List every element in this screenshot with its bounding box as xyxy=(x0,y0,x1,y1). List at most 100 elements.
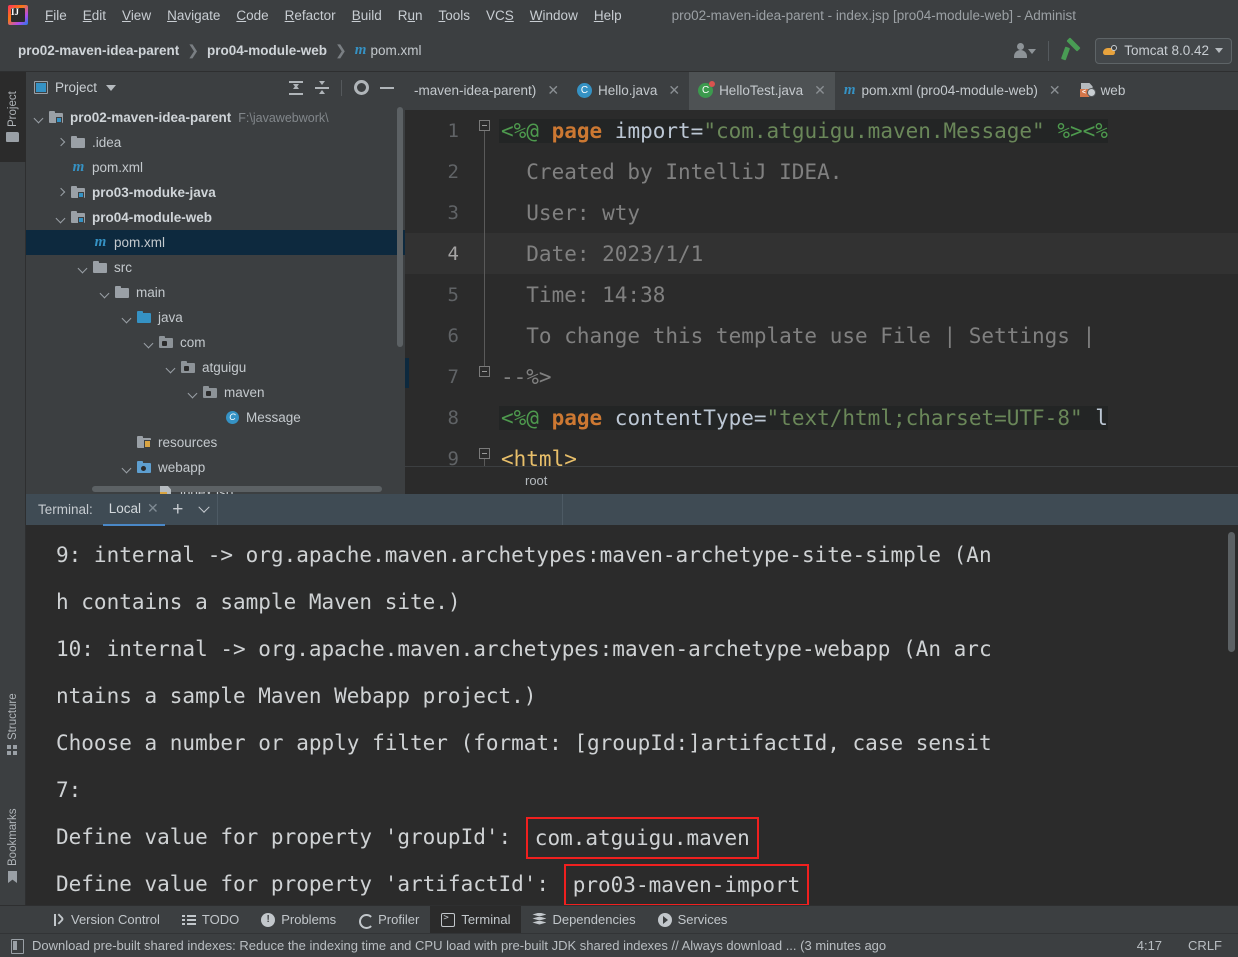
code-line[interactable]: 4 Date: 2023/1/1 xyxy=(405,233,1238,274)
close-icon[interactable]: ✕ xyxy=(547,82,559,99)
editor-tab-web[interactable]: < web xyxy=(1070,72,1135,110)
line-separator[interactable]: CRLF xyxy=(1188,938,1222,953)
bottom-item-services[interactable]: Services xyxy=(647,906,739,933)
tree-horizontal-scrollbar[interactable] xyxy=(92,486,382,492)
run-configuration-selector[interactable]: Tomcat 8.0.42 xyxy=(1095,37,1232,64)
code-text[interactable]: Time: 14:38 xyxy=(499,283,665,307)
tree-expand-arrow-icon[interactable] xyxy=(120,461,134,475)
tree-item-pro03-moduke-java[interactable]: pro03-moduke-java xyxy=(26,180,405,205)
fold-collapse-icon[interactable] xyxy=(479,448,490,459)
breadcrumb-item-project[interactable]: pro02-maven-idea-parent xyxy=(18,43,179,58)
menu-item-window[interactable]: Window xyxy=(522,5,586,26)
settings-button[interactable] xyxy=(349,76,373,100)
menu-item-run[interactable]: Run xyxy=(390,5,431,26)
tree-item-atguigu[interactable]: atguigu xyxy=(26,355,405,380)
code-line[interactable]: 7 --%> xyxy=(405,356,1238,397)
tree-item-src[interactable]: src xyxy=(26,255,405,280)
tree-item-webapp[interactable]: webapp xyxy=(26,455,405,480)
tree-expand-arrow-icon[interactable] xyxy=(32,111,46,125)
code-line[interactable]: 1 <%@ page import="com.atguigu.maven.Mess… xyxy=(405,110,1238,151)
editor-tab--maven-idea-parent-[interactable]: -maven-idea-parent) ✕ xyxy=(405,72,568,110)
menu-item-tools[interactable]: Tools xyxy=(431,5,479,26)
breadcrumb-item-module[interactable]: pro04-module-web xyxy=(207,43,327,58)
tree-item-java[interactable]: java xyxy=(26,305,405,330)
bottom-item-terminal[interactable]: Terminal xyxy=(430,906,522,933)
tree-expand-arrow-icon[interactable] xyxy=(186,386,200,400)
code-text[interactable]: To change this template use File | Setti… xyxy=(499,324,1095,348)
code-line[interactable]: 2 Created by IntelliJ IDEA. xyxy=(405,151,1238,192)
bottom-item-todo[interactable]: TODO xyxy=(171,906,250,933)
terminal-tab-local[interactable]: Local ✕ xyxy=(102,494,165,526)
tree-item-com[interactable]: com xyxy=(26,330,405,355)
sidebar-item-project[interactable]: Project xyxy=(0,72,26,162)
tree-expand-arrow-icon[interactable] xyxy=(98,286,112,300)
tree-item--idea[interactable]: .idea xyxy=(26,130,405,155)
tree-item-resources[interactable]: resources xyxy=(26,430,405,455)
terminal-scrollbar[interactable] xyxy=(1228,532,1235,652)
code-text[interactable]: Created by IntelliJ IDEA. xyxy=(499,160,842,184)
code-text[interactable]: <%@ page contentType="text/html;charset=… xyxy=(499,405,1108,430)
menu-item-vcs[interactable]: VCS xyxy=(478,5,522,26)
tree-item-pro02-maven-idea-parent[interactable]: pro02-maven-idea-parent F:\javawebwork\ xyxy=(26,105,405,130)
tree-expand-arrow-icon[interactable] xyxy=(54,136,68,150)
bottom-item-profiler[interactable]: Profiler xyxy=(347,906,430,933)
code-line[interactable]: 3 User: wty xyxy=(405,192,1238,233)
fold-gutter[interactable] xyxy=(473,356,499,397)
expand-all-button[interactable] xyxy=(284,76,308,100)
tree-expand-arrow-icon[interactable] xyxy=(120,311,134,325)
menu-item-view[interactable]: View xyxy=(114,5,159,26)
terminal-output[interactable]: 9: internal -> org.apache.maven.archetyp… xyxy=(26,526,1238,905)
editor-tab-pom-xml-pro04-module-web-[interactable]: m pom.xml (pro04-module-web) ✕ xyxy=(835,72,1070,110)
tree-expand-arrow-icon[interactable] xyxy=(54,211,68,225)
tree-item-pom-xml[interactable]: m pom.xml xyxy=(26,155,405,180)
status-message[interactable]: Download pre-built shared indexes: Reduc… xyxy=(32,938,886,953)
menu-item-code[interactable]: Code xyxy=(228,5,276,26)
fold-gutter[interactable] xyxy=(473,315,499,356)
sidebar-item-bookmarks[interactable]: Bookmarks xyxy=(0,787,26,905)
tree-item-main[interactable]: main xyxy=(26,280,405,305)
tree-expand-arrow-icon[interactable] xyxy=(164,361,178,375)
fold-gutter[interactable] xyxy=(473,110,499,151)
bottom-item-version-control[interactable]: Version Control xyxy=(40,906,171,933)
code-editor[interactable]: 1 <%@ page import="com.atguigu.maven.Mess… xyxy=(405,110,1238,494)
tree-item-maven[interactable]: maven xyxy=(26,380,405,405)
menu-item-file[interactable]: File xyxy=(37,5,75,26)
tree-item-message[interactable]: C Message xyxy=(26,405,405,430)
tree-expand-arrow-icon[interactable] xyxy=(54,186,68,200)
fold-gutter[interactable] xyxy=(473,151,499,192)
hammer-build-icon[interactable] xyxy=(1059,36,1087,63)
tree-expand-arrow-icon[interactable] xyxy=(76,261,90,275)
fold-collapse-icon[interactable] xyxy=(479,366,490,377)
code-text[interactable]: --%> xyxy=(499,365,552,389)
menu-item-edit[interactable]: Edit xyxy=(75,5,114,26)
tree-item-pom-xml[interactable]: m pom.xml xyxy=(26,230,405,255)
chevron-down-icon[interactable] xyxy=(106,84,117,91)
user-account-icon[interactable] xyxy=(1012,41,1038,61)
close-icon[interactable]: ✕ xyxy=(1049,82,1061,99)
tree-vertical-scrollbar[interactable] xyxy=(397,107,403,347)
bottom-item-dependencies[interactable]: Dependencies xyxy=(521,906,646,933)
fold-collapse-icon[interactable] xyxy=(479,120,490,131)
code-line[interactable]: 8 <%@ page contentType="text/html;charset… xyxy=(405,397,1238,438)
close-icon[interactable]: ✕ xyxy=(668,82,680,99)
editor-tab-hellotest-java[interactable]: C HelloTest.java ✕ xyxy=(689,72,835,110)
bottom-item-problems[interactable]: Problems xyxy=(250,906,347,933)
code-line[interactable]: 6 To change this template use File | Set… xyxy=(405,315,1238,356)
plus-icon[interactable]: + xyxy=(165,494,191,526)
hide-panel-button[interactable] xyxy=(375,76,399,100)
menu-item-navigate[interactable]: Navigate xyxy=(159,5,228,26)
code-text[interactable]: Date: 2023/1/1 xyxy=(499,242,703,266)
close-icon[interactable]: ✕ xyxy=(147,500,159,517)
fold-gutter[interactable] xyxy=(473,233,499,274)
breadcrumb-item-file[interactable]: pom.xml xyxy=(370,43,421,58)
editor-tab-hello-java[interactable]: C Hello.java ✕ xyxy=(568,72,689,110)
menu-item-build[interactable]: Build xyxy=(344,5,390,26)
code-text[interactable]: <%@ page import="com.atguigu.maven.Messa… xyxy=(499,118,1108,143)
project-tree[interactable]: pro02-maven-idea-parent F:\javawebwork\ .i… xyxy=(26,103,405,494)
collapse-all-button[interactable] xyxy=(310,76,334,100)
close-icon[interactable]: ✕ xyxy=(814,82,826,99)
code-text[interactable]: User: wty xyxy=(499,201,640,225)
fold-gutter[interactable] xyxy=(473,274,499,315)
menu-item-help[interactable]: Help xyxy=(586,5,630,26)
chevron-down-icon[interactable] xyxy=(191,494,217,526)
